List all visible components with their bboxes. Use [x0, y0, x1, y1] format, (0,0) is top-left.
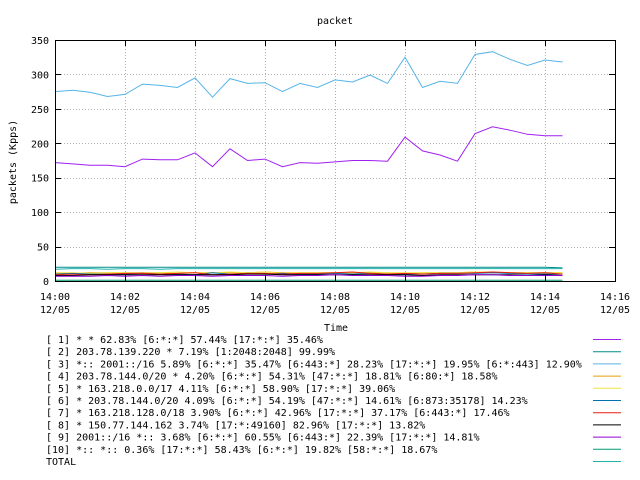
legend-label: [ 4] 203.78.144.0/20 * 4.20% [6:*:*] 54.… [46, 372, 498, 383]
x-tick-time-label: 14:06 [250, 292, 280, 303]
x-tick-time-label: 14:12 [460, 292, 490, 303]
y-tick-label: 0 [43, 277, 49, 288]
series-line-3 [54, 51, 563, 98]
x-tick-time-label: 14:00 [40, 292, 70, 303]
x-tick-time-label: 14:04 [180, 292, 210, 303]
x-tick-date-label: 12/05 [40, 305, 70, 316]
legend-label: [ 3] *:: 2001::/16 5.89% [6:*:*] 35.47% … [46, 359, 582, 370]
legend-label: [ 9] 2001::/16 *:: 3.68% [6:*:*] 60.55% … [46, 433, 479, 444]
y-tick-label: 250 [31, 105, 49, 116]
y-tick-label: 50 [37, 243, 49, 254]
series-lines [54, 51, 563, 281]
x-tick-date-label: 12/05 [390, 305, 420, 316]
x-tick-date-label: 12/05 [180, 305, 210, 316]
legend-label: [10] *:: *:: 0.36% [17:*:*] 58.43% [6:*:… [46, 445, 437, 456]
series-line-2 [55, 266, 563, 269]
y-tick-label: 200 [31, 139, 49, 150]
x-tick-time-label: 14:14 [530, 292, 560, 303]
legend-label: TOTAL [46, 457, 76, 468]
y-tick-label: 350 [31, 36, 49, 47]
legend-label: [ 2] 203.78.139.220 * 7.19% [1:2048:2048… [46, 347, 335, 358]
x-tick-time-label: 14:10 [390, 292, 420, 303]
x-tick-date-label: 12/05 [530, 305, 560, 316]
x-axis-label: Time [324, 323, 348, 334]
x-tick-date-label: 12/05 [600, 305, 630, 316]
x-tick-date-label: 12/05 [110, 305, 140, 316]
legend: [ 1] * * 62.83% [6:*:*] 57.44% [17:*:*] … [46, 335, 621, 468]
series-line-11 [54, 268, 563, 270]
x-tick-time-label: 14:02 [110, 292, 140, 303]
legend-label: [ 7] * 163.218.128.0/18 3.90% [6:*:*] 42… [46, 408, 510, 419]
x-tick-time-label: 14:08 [320, 292, 350, 303]
x-tick-date-label: 12/05 [250, 305, 280, 316]
legend-label: [ 6] * 203.78.144.0/20 4.09% [6:*:*] 54.… [46, 396, 528, 407]
x-tick-date-label: 12/05 [460, 305, 490, 316]
chart-title: packet [317, 16, 353, 27]
y-tick-label: 150 [31, 174, 49, 185]
series-line-1 [54, 126, 563, 168]
legend-label: [ 1] * * 62.83% [6:*:*] 57.44% [17:*:*] … [46, 335, 323, 346]
legend-label: [ 5] * 163.218.0.0/17 4.11% [6:*:*] 58.9… [46, 384, 395, 395]
y-axis-label: packets (Kpps) [8, 120, 19, 204]
y-tick-label: 100 [31, 208, 49, 219]
x-tick-date-label: 12/05 [320, 305, 350, 316]
legend-label: [ 8] * 150.77.144.162 3.74% [17:*:49160]… [46, 420, 425, 431]
x-tick-time-label: 14:16 [600, 292, 630, 303]
packet-rate-chart: 0 50 100 150 200 250 300 350 14:00 12/05 14:02 12/0… [8, 16, 630, 468]
y-tick-label: 300 [31, 70, 49, 81]
